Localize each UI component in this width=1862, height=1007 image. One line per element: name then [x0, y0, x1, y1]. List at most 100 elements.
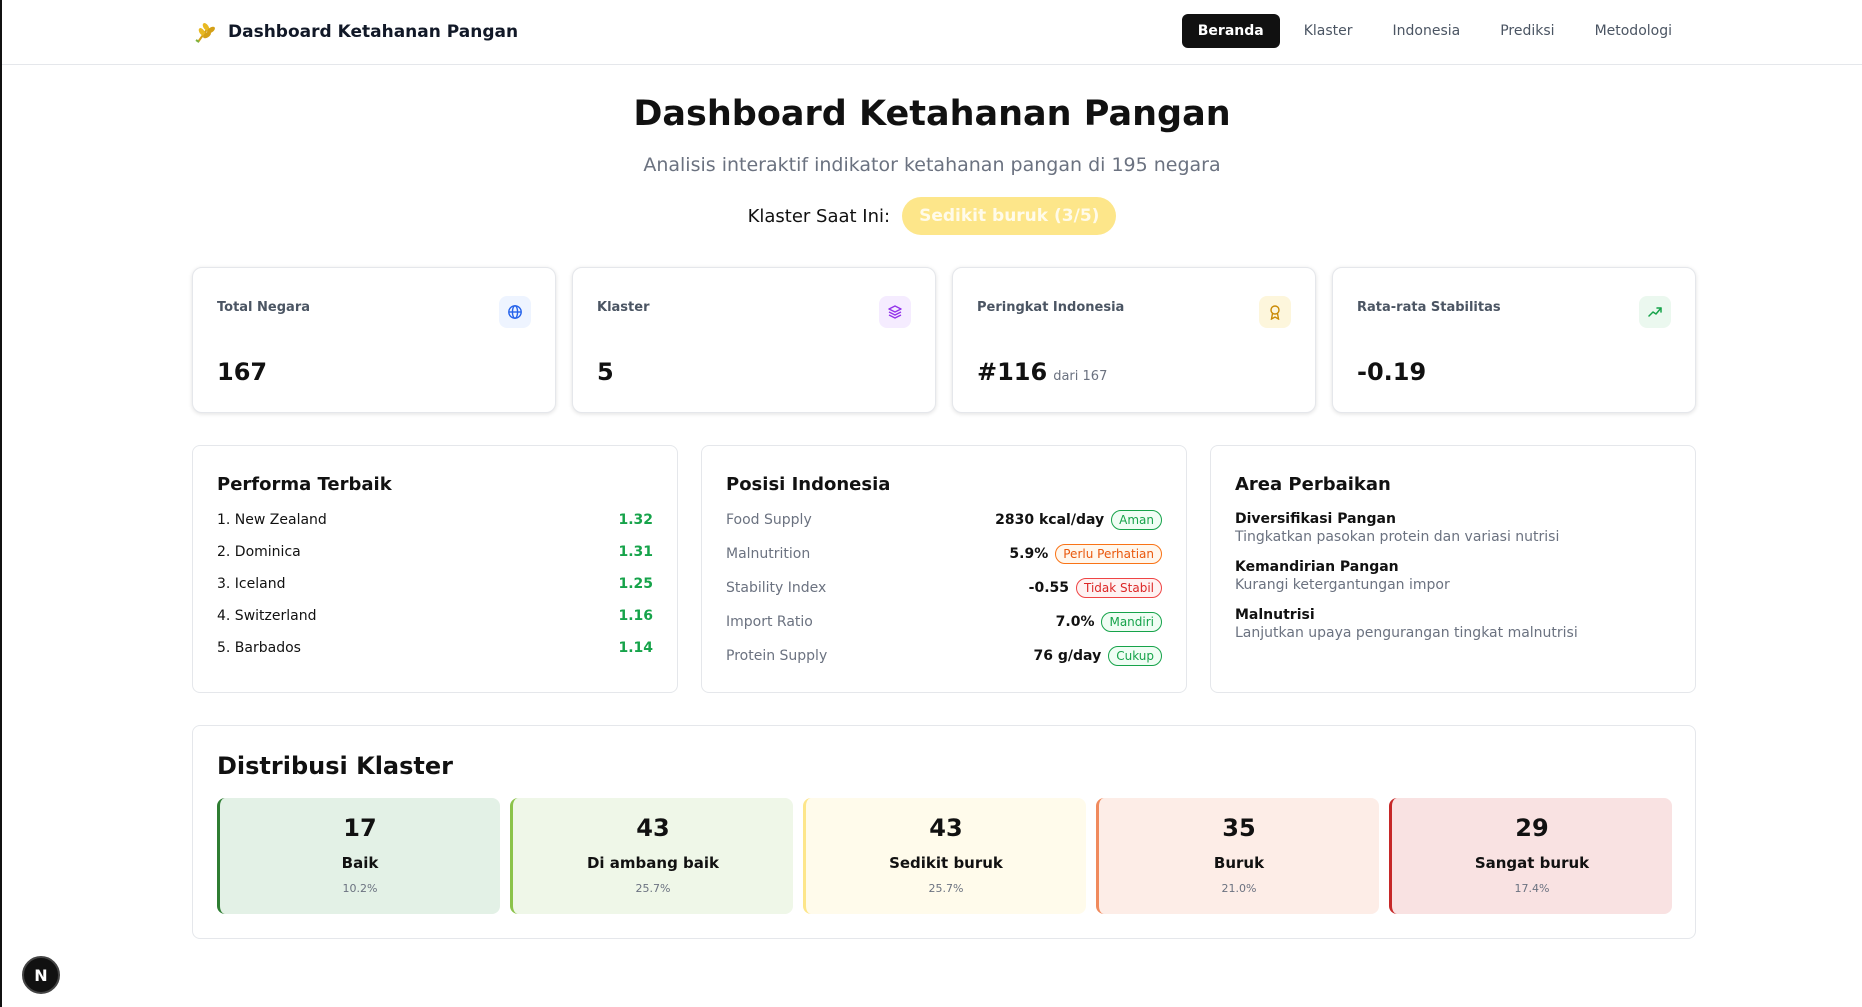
- nav-prediksi[interactable]: Prediksi: [1484, 14, 1570, 48]
- wheat-icon: [192, 18, 220, 46]
- cluster-percent: 25.7%: [928, 882, 964, 895]
- improvement-title: Kemandirian Pangan: [1235, 559, 1399, 575]
- status-badge: Tidak Stabil: [1076, 578, 1162, 598]
- brand-title: Dashboard Ketahanan Pangan: [228, 22, 519, 42]
- panel-title: Distribusi Klaster: [217, 752, 453, 780]
- panel-title: Performa Terbaik: [217, 474, 392, 495]
- cluster-count: 43: [636, 814, 670, 842]
- cluster-name: Buruk: [1213, 854, 1265, 872]
- rank-name: 1. New Zealand: [217, 512, 327, 528]
- rank-value: 1.31: [618, 544, 653, 560]
- metric-value: 5.9%: [1009, 546, 1049, 562]
- cluster-box-sangat-buruk: 29 Sangat buruk 17.4%: [1389, 798, 1672, 914]
- page-subtitle: Analisis interaktif indikator ketahanan …: [643, 154, 1221, 176]
- improvement-title: Diversifikasi Pangan: [1235, 511, 1396, 527]
- metric-label: Protein Supply: [726, 648, 828, 664]
- cluster-percent: 25.7%: [635, 882, 671, 895]
- stat-card-klaster: Klaster 5: [572, 267, 936, 413]
- cluster-box-sedikit-buruk: 43 Sedikit buruk 25.7%: [803, 798, 1086, 914]
- stat-value: 167: [217, 358, 268, 386]
- cluster-box-di-ambang-baik: 43 Di ambang baik 25.7%: [510, 798, 793, 914]
- stat-value: #116 dari 167: [977, 358, 1108, 386]
- nav-indonesia[interactable]: Indonesia: [1377, 14, 1477, 48]
- improvement-desc: Kurangi ketergantungan impor: [1235, 577, 1450, 593]
- trending-up-icon: [1639, 296, 1671, 328]
- best-performance-panel: Performa Terbaik 1. New Zealand 1.32 2. …: [192, 445, 678, 693]
- nav-beranda[interactable]: Beranda: [1181, 14, 1280, 48]
- cluster-count: 29: [1515, 814, 1549, 842]
- stat-label: Peringkat Indonesia: [977, 300, 1125, 315]
- rank-name: 3. Iceland: [217, 576, 286, 592]
- rank-name: 4. Switzerland: [217, 608, 317, 624]
- rank-name: 2. Dominica: [217, 544, 301, 560]
- rank-value: 1.16: [618, 608, 653, 624]
- improvement-title: Malnutrisi: [1235, 607, 1315, 623]
- list-item: Food Supply 2830 kcal/day Aman: [726, 510, 1162, 530]
- layers-icon: [879, 296, 911, 328]
- list-item: Protein Supply 76 g/day Cukup: [726, 646, 1162, 666]
- cluster-name: Di ambang baik: [586, 854, 720, 872]
- improvement-panel: Area Perbaikan Diversifikasi Pangan Ting…: [1210, 445, 1696, 693]
- panel-title: Area Perbaikan: [1235, 474, 1391, 495]
- stat-card-stabilitas: Rata-rata Stabilitas -0.19: [1332, 267, 1696, 413]
- metric-value: 2830 kcal/day: [995, 512, 1105, 528]
- cluster-percent: 10.2%: [342, 882, 378, 895]
- metric-label: Food Supply: [726, 512, 812, 528]
- metric-value: -0.55: [1028, 580, 1069, 596]
- improvement-desc: Lanjutkan upaya pengurangan tingkat maln…: [1235, 625, 1578, 641]
- cluster-name: Baik: [341, 854, 379, 872]
- list-item: Diversifikasi Pangan Tingkatkan pasokan …: [1235, 511, 1671, 545]
- award-icon: [1259, 296, 1291, 328]
- cluster-percent: 17.4%: [1514, 882, 1550, 895]
- list-item: Stability Index -0.55 Tidak Stabil: [726, 578, 1162, 598]
- cluster-count: 43: [929, 814, 963, 842]
- stat-label: Total Negara: [217, 300, 310, 315]
- globe-icon: [499, 296, 531, 328]
- page-title: Dashboard Ketahanan Pangan: [633, 94, 1231, 134]
- list-item: Malnutrition 5.9% Perlu Perhatian: [726, 544, 1162, 564]
- list-item: 1. New Zealand 1.32: [217, 512, 653, 528]
- stat-value: -0.19: [1357, 358, 1427, 386]
- metric-label: Malnutrition: [726, 546, 811, 562]
- cluster-box-buruk: 35 Buruk 21.0%: [1096, 798, 1379, 914]
- stat-sub: dari 167: [1053, 369, 1108, 384]
- stat-card-total-negara: Total Negara 167: [192, 267, 556, 413]
- cluster-box-baik: 17 Baik 10.2%: [217, 798, 500, 914]
- list-item: Import Ratio 7.0% Mandiri: [726, 612, 1162, 632]
- current-cluster-label: Klaster Saat Ini:: [747, 205, 891, 227]
- rank-value: 1.32: [618, 512, 653, 528]
- list-item: 2. Dominica 1.31: [217, 544, 653, 560]
- panel-title: Posisi Indonesia: [726, 474, 891, 495]
- cluster-name: Sangat buruk: [1474, 854, 1590, 872]
- nav-klaster[interactable]: Klaster: [1288, 14, 1369, 48]
- stat-card-peringkat: Peringkat Indonesia #116 dari 167: [952, 267, 1316, 413]
- main-nav: Beranda Klaster Indonesia Prediksi Metod…: [1181, 14, 1688, 48]
- stat-label: Rata-rata Stabilitas: [1357, 300, 1501, 315]
- metric-label: Stability Index: [726, 580, 827, 596]
- current-cluster-badge: Sedikit buruk (3/5): [902, 197, 1117, 235]
- brand[interactable]: Dashboard Ketahanan Pangan: [192, 18, 518, 46]
- rank-name: 5. Barbados: [217, 640, 301, 656]
- metric-value: 7.0%: [1055, 614, 1095, 630]
- improvement-desc: Tingkatkan pasokan protein dan variasi n…: [1235, 529, 1560, 545]
- rank-value: 1.25: [618, 576, 653, 592]
- status-badge: Mandiri: [1101, 612, 1162, 632]
- list-item: Kemandirian Pangan Kurangi ketergantunga…: [1235, 559, 1671, 593]
- cluster-count: 17: [343, 814, 377, 842]
- metric-label: Import Ratio: [726, 614, 813, 630]
- stat-value: 5: [597, 358, 614, 386]
- cluster-count: 35: [1222, 814, 1256, 842]
- list-item: Malnutrisi Lanjutkan upaya pengurangan t…: [1235, 607, 1671, 641]
- status-badge: Aman: [1111, 510, 1162, 530]
- list-item: 5. Barbados 1.14: [217, 640, 653, 656]
- devtools-button[interactable]: N: [22, 956, 60, 994]
- stat-label: Klaster: [597, 300, 650, 315]
- rank-value: 1.14: [618, 640, 653, 656]
- nav-metodologi[interactable]: Metodologi: [1579, 14, 1688, 48]
- list-item: 3. Iceland 1.25: [217, 576, 653, 592]
- status-badge: Perlu Perhatian: [1055, 544, 1162, 564]
- status-badge: Cukup: [1108, 646, 1162, 666]
- indonesia-position-panel: Posisi Indonesia Food Supply 2830 kcal/d…: [701, 445, 1187, 693]
- metric-value: 76 g/day: [1033, 648, 1102, 664]
- cluster-name: Sedikit buruk: [889, 854, 1003, 872]
